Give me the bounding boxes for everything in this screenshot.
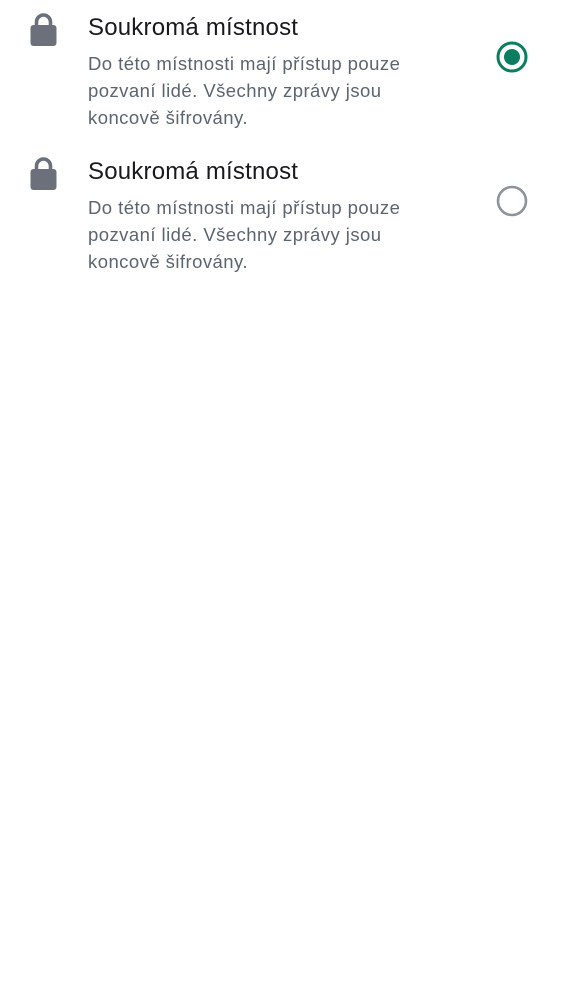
room-option-title: Soukromá místnost <box>88 14 299 41</box>
lock-icon <box>30 13 57 46</box>
radio-unselected-icon[interactable] <box>495 184 529 218</box>
lock-icon <box>30 157 57 190</box>
room-option-private-1[interactable]: Soukromá místnost Do této místnosti mají… <box>0 0 562 144</box>
radio-selected-icon[interactable] <box>495 40 529 74</box>
room-option-title: Soukromá místnost <box>88 158 299 185</box>
room-option-description: Do této místnosti mají přístup pouze poz… <box>88 53 401 128</box>
room-option-private-2[interactable]: Soukromá místnost Do této místnosti mají… <box>0 144 562 288</box>
room-type-list: Soukromá místnost Do této místnosti mají… <box>0 0 562 1000</box>
room-option-description: Do této místnosti mají přístup pouze poz… <box>88 197 401 272</box>
